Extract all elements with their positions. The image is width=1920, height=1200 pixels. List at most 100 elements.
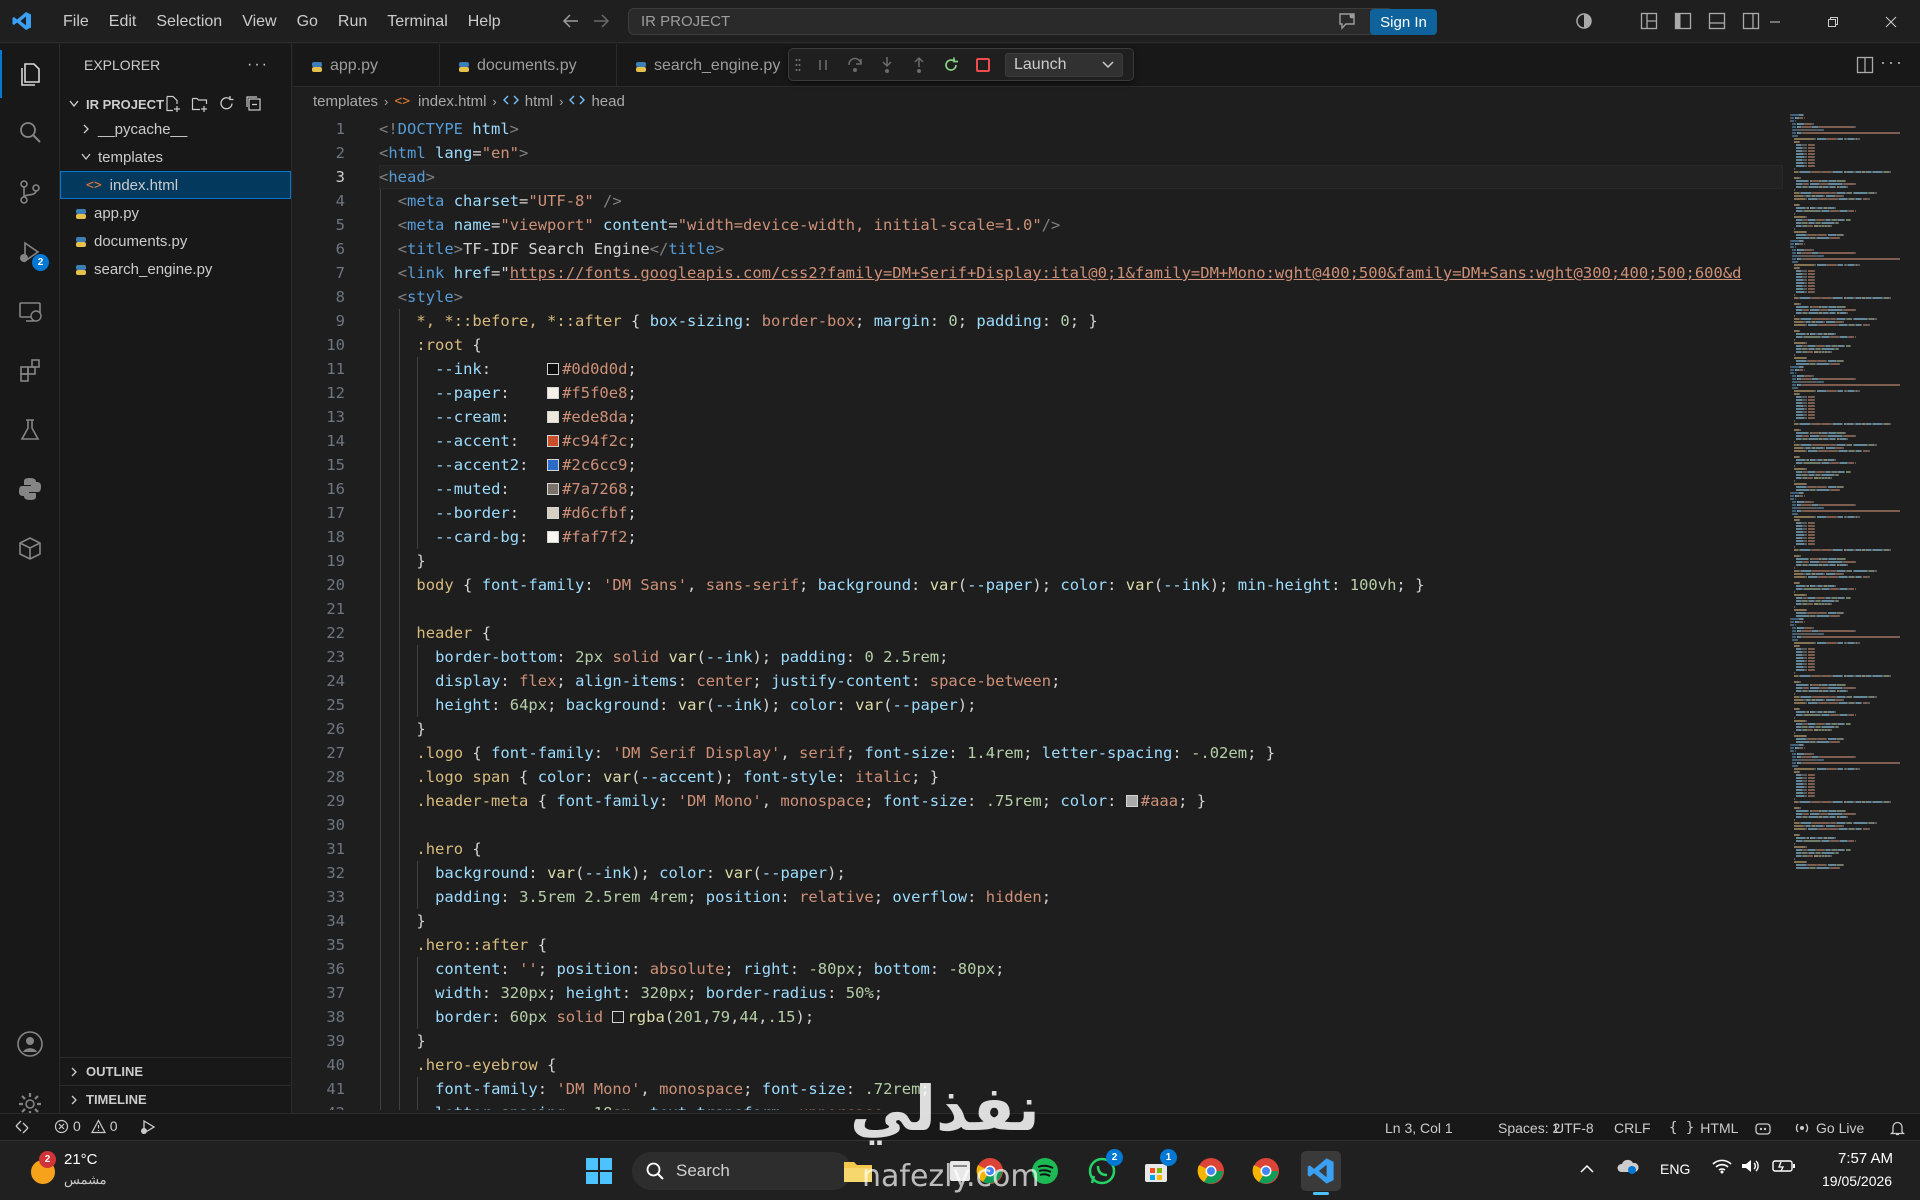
code-line[interactable]: 37 width: 320px; height: 320px; border-ra… [293,981,1783,1005]
code-line[interactable]: 2 <html lang="en"> [293,141,1783,165]
weather-temp[interactable]: 21°C [64,1151,98,1168]
store-icon[interactable]: 1 [1136,1149,1177,1191]
menu-run[interactable]: Run [328,0,377,43]
code-line[interactable]: 18 --card-bg: #faf7f2; [293,525,1783,549]
code-line[interactable]: 26} [293,717,1783,741]
sign-in-button[interactable]: Sign In [1370,9,1437,35]
code-line[interactable]: 19} [293,549,1783,573]
color-swatch[interactable] [547,411,560,423]
menu-edit[interactable]: Edit [99,0,147,43]
tree-file-app-py[interactable]: app.py [60,199,291,227]
new-file-icon[interactable] [164,95,181,112]
command-center-search[interactable]: IR PROJECT [628,8,1394,35]
color-swatch[interactable] [547,387,560,399]
close-icon[interactable] [1862,0,1920,43]
step-over-icon[interactable] [839,48,871,81]
code-line[interactable]: 38 border: 60px solid rgba(201,79,44,.15)… [293,1005,1783,1029]
step-out-icon[interactable] [903,48,935,81]
breadcrumb-file[interactable]: index.html [418,93,486,110]
step-into-icon[interactable] [871,48,903,81]
tab-search-engine-py[interactable]: search_engine.py [617,44,817,87]
tree-file-index-html[interactable]: <> index.html [60,171,291,199]
code-editor[interactable]: 1 <!DOCTYPE html> 2 <html lang="en"> 3 <head>… [293,114,1783,1110]
search-icon[interactable] [0,109,60,157]
remote-explorer-icon[interactable] [0,288,60,336]
color-swatch[interactable] [547,483,560,495]
breadcrumb-head[interactable]: head [591,93,624,110]
code-line[interactable]: 28 .logo span { color: var(--accent); fon… [293,765,1783,789]
code-line[interactable]: 8 <style> [293,285,1783,309]
breadcrumb-templates[interactable]: templates [313,93,378,110]
timeline-section[interactable]: TIMELINE [60,1085,292,1113]
remote-indicator-icon[interactable] [14,1119,30,1138]
code-line[interactable]: 13 --cream: #ede8da; [293,405,1783,429]
code-line[interactable]: 34} [293,909,1783,933]
source-control-icon[interactable] [0,168,60,216]
toggle-primary-sidebar-icon[interactable] [1674,12,1692,30]
code-line[interactable]: 36 content: ''; position: absolute; right… [293,957,1783,981]
menu-view[interactable]: View [232,0,286,43]
code-line[interactable]: 30 [293,813,1783,837]
code-line[interactable]: 20 body { font-family: 'DM Sans', sans-se… [293,573,1783,597]
drag-handle-icon[interactable] [789,48,807,81]
code-line[interactable]: 35 .hero::after { [293,933,1783,957]
split-editor-icon[interactable] [1856,56,1874,78]
code-line[interactable]: 4 <meta charset="UTF-8" /> [293,189,1783,213]
accounts-icon[interactable] [0,1020,60,1068]
restart-icon[interactable] [935,48,967,81]
minimap[interactable] [1790,114,1906,869]
toggle-panel-icon[interactable] [1708,12,1726,30]
code-line[interactable]: 23 border-bottom: 2px solid var(--ink); p… [293,645,1783,669]
code-line[interactable]: 31 .hero { [293,837,1783,861]
onedrive-icon[interactable] [1616,1157,1640,1179]
tree-file-documents-py[interactable]: documents.py [60,227,291,255]
tab-documents-py[interactable]: documents.py [440,44,617,87]
copilot-chat-icon[interactable] [1337,12,1357,30]
code-line[interactable]: 15 --accent2: #2c6cc9; [293,453,1783,477]
minimize-icon[interactable] [1746,0,1804,43]
menu-selection[interactable]: Selection [146,0,232,43]
code-line[interactable]: 7 <link href="https://fonts.googleapis.co… [293,261,1783,285]
windows-start-icon[interactable] [579,1151,619,1191]
tree-file-search-engine-py[interactable]: search_engine.py [60,255,291,283]
debug-status-icon[interactable] [140,1119,158,1138]
extensions-icon[interactable] [0,347,60,395]
weather-widget-icon[interactable]: 2 [24,1151,64,1191]
whatsapp-icon[interactable]: 2 [1082,1149,1123,1191]
code-line[interactable]: 17 --border: #d6cfbf; [293,501,1783,525]
color-swatch[interactable] [547,459,560,471]
breadcrumb-html[interactable]: html [525,93,553,110]
stop-icon[interactable] [967,48,999,81]
indentation[interactable]: Spaces: 2 [1498,1114,1560,1141]
color-swatch[interactable] [612,1011,625,1023]
taskbar-search[interactable]: Search [632,1152,852,1190]
python-icon[interactable] [0,465,60,513]
battery-icon[interactable] [1772,1158,1796,1178]
code-line[interactable]: 14 --accent: #c94f2c; [293,429,1783,453]
cursor-position[interactable]: Ln 3, Col 1 [1385,1114,1453,1141]
more-actions-icon[interactable]: ··· [1880,52,1904,73]
encoding[interactable]: UTF-8 [1554,1114,1594,1141]
language-mode[interactable]: { } HTML [1669,1114,1738,1141]
pause-icon[interactable] [807,48,839,81]
code-line[interactable]: 12 --paper: #f5f0e8; [293,381,1783,405]
menu-file[interactable]: File [53,0,99,43]
color-swatch[interactable] [1125,795,1138,807]
customize-layout-icon[interactable] [1640,12,1658,30]
line-endings[interactable]: CRLF [1614,1114,1651,1141]
tree-folder-templates[interactable]: templates [60,143,291,171]
code-line[interactable]: 6 <title>TF-IDF Search Engine</title> [293,237,1783,261]
problems-indicator[interactable]: 0 0 [54,1118,118,1134]
copilot-icon[interactable] [1574,11,1594,31]
testing-icon[interactable] [0,406,60,454]
vscode-taskbar-icon[interactable] [1301,1151,1341,1195]
clock-time[interactable]: 7:57 AM [1838,1150,1893,1167]
code-line[interactable]: 27 .logo { font-family: 'DM Serif Display… [293,741,1783,765]
refresh-icon[interactable] [218,95,235,112]
color-swatch[interactable] [547,507,560,519]
forward-arrow-icon[interactable] [592,10,610,32]
code-line[interactable]: 32 background: var(--ink); color: var(--p… [293,861,1783,885]
code-line[interactable]: 5 <meta name="viewport" content="width=de… [293,213,1783,237]
new-folder-icon[interactable] [191,95,208,112]
launch-config-select[interactable]: Launch [1005,52,1123,77]
